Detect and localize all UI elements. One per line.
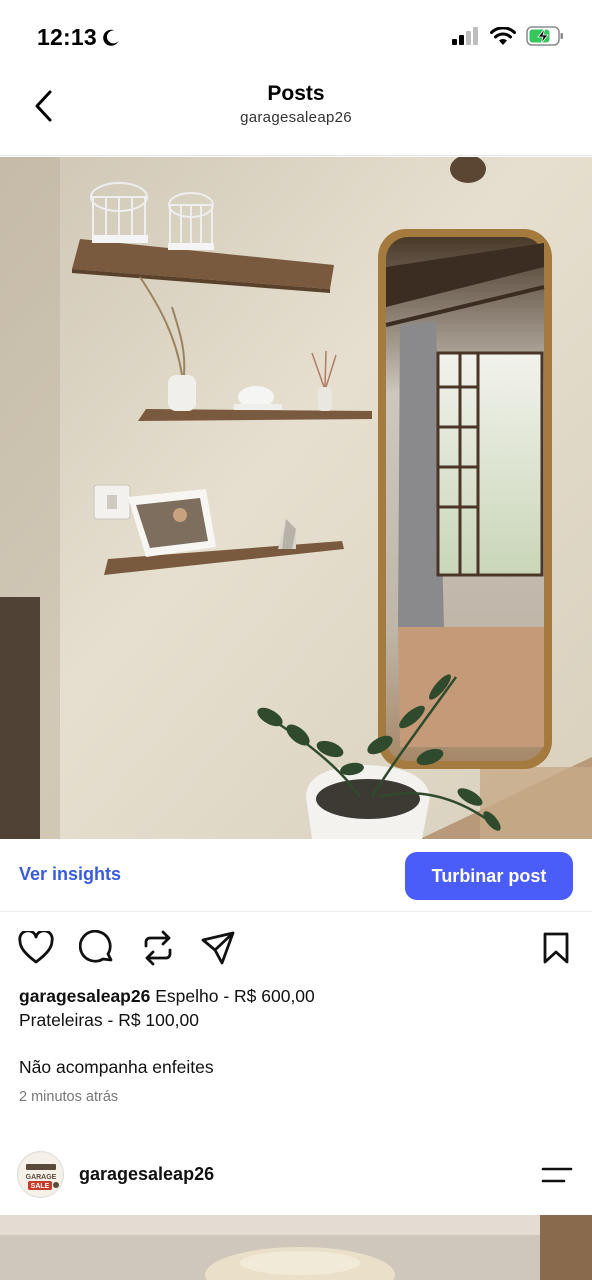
next-post-image[interactable] — [0, 1215, 592, 1280]
post-menu-button[interactable] — [540, 1162, 574, 1188]
post-image[interactable] — [0, 157, 592, 839]
view-insights-link[interactable]: Ver insights — [19, 864, 121, 885]
save-button[interactable] — [536, 928, 576, 968]
next-post-username[interactable]: garagesaleap26 — [79, 1164, 214, 1185]
menu-icon — [541, 1167, 573, 1183]
page-subtitle: garagesaleap26 — [240, 109, 352, 126]
caption-note: Não acompanha enfeites — [19, 1057, 214, 1077]
heart-icon — [18, 931, 54, 964]
garage-sale-logo: GARAGE SALE — [18, 1152, 63, 1197]
repost-button[interactable] — [138, 928, 178, 968]
page-title: Posts — [267, 82, 325, 105]
caption-line-1: garagesaleap26 Espelho - R$ 600,00 — [19, 984, 579, 1008]
status-icons — [452, 26, 564, 46]
svg-text:SALE: SALE — [31, 1183, 50, 1190]
signal-icon — [452, 27, 478, 45]
post-caption: garagesaleap26 Espelho - R$ 600,00 Prate… — [19, 984, 579, 1032]
next-post-photo — [0, 1215, 592, 1280]
insights-row: Ver insights Turbinar post — [0, 839, 592, 912]
caption-line-2: Prateleiras - R$ 100,00 — [19, 1010, 199, 1030]
comment-icon — [79, 930, 113, 963]
post-actions — [0, 928, 592, 972]
caption-username[interactable]: garagesaleap26 — [19, 986, 150, 1006]
next-post-header: GARAGE SALE garagesaleap26 — [0, 1150, 592, 1200]
moon-icon — [103, 29, 119, 46]
like-button[interactable] — [16, 928, 56, 968]
battery-charging-icon — [526, 26, 563, 46]
caption-text: Espelho - R$ 600,00 — [155, 986, 315, 1006]
post-photo — [0, 157, 592, 839]
repost-icon — [144, 930, 172, 966]
svg-text:GARAGE: GARAGE — [26, 1174, 57, 1181]
comment-button[interactable] — [77, 928, 117, 968]
clock-text: 12:13 — [37, 24, 97, 50]
bookmark-icon — [543, 932, 569, 964]
share-icon — [201, 931, 235, 965]
boost-post-button[interactable]: Turbinar post — [405, 852, 573, 900]
share-button[interactable] — [198, 928, 238, 968]
post-timestamp: 2 minutos atrás — [19, 1089, 119, 1105]
status-time: 12:13 — [37, 24, 121, 51]
avatar[interactable]: GARAGE SALE — [17, 1151, 64, 1198]
posts-header: Posts garagesaleap26 — [0, 70, 592, 156]
status-bar: 12:13 — [0, 0, 592, 70]
wifi-icon — [490, 26, 516, 45]
